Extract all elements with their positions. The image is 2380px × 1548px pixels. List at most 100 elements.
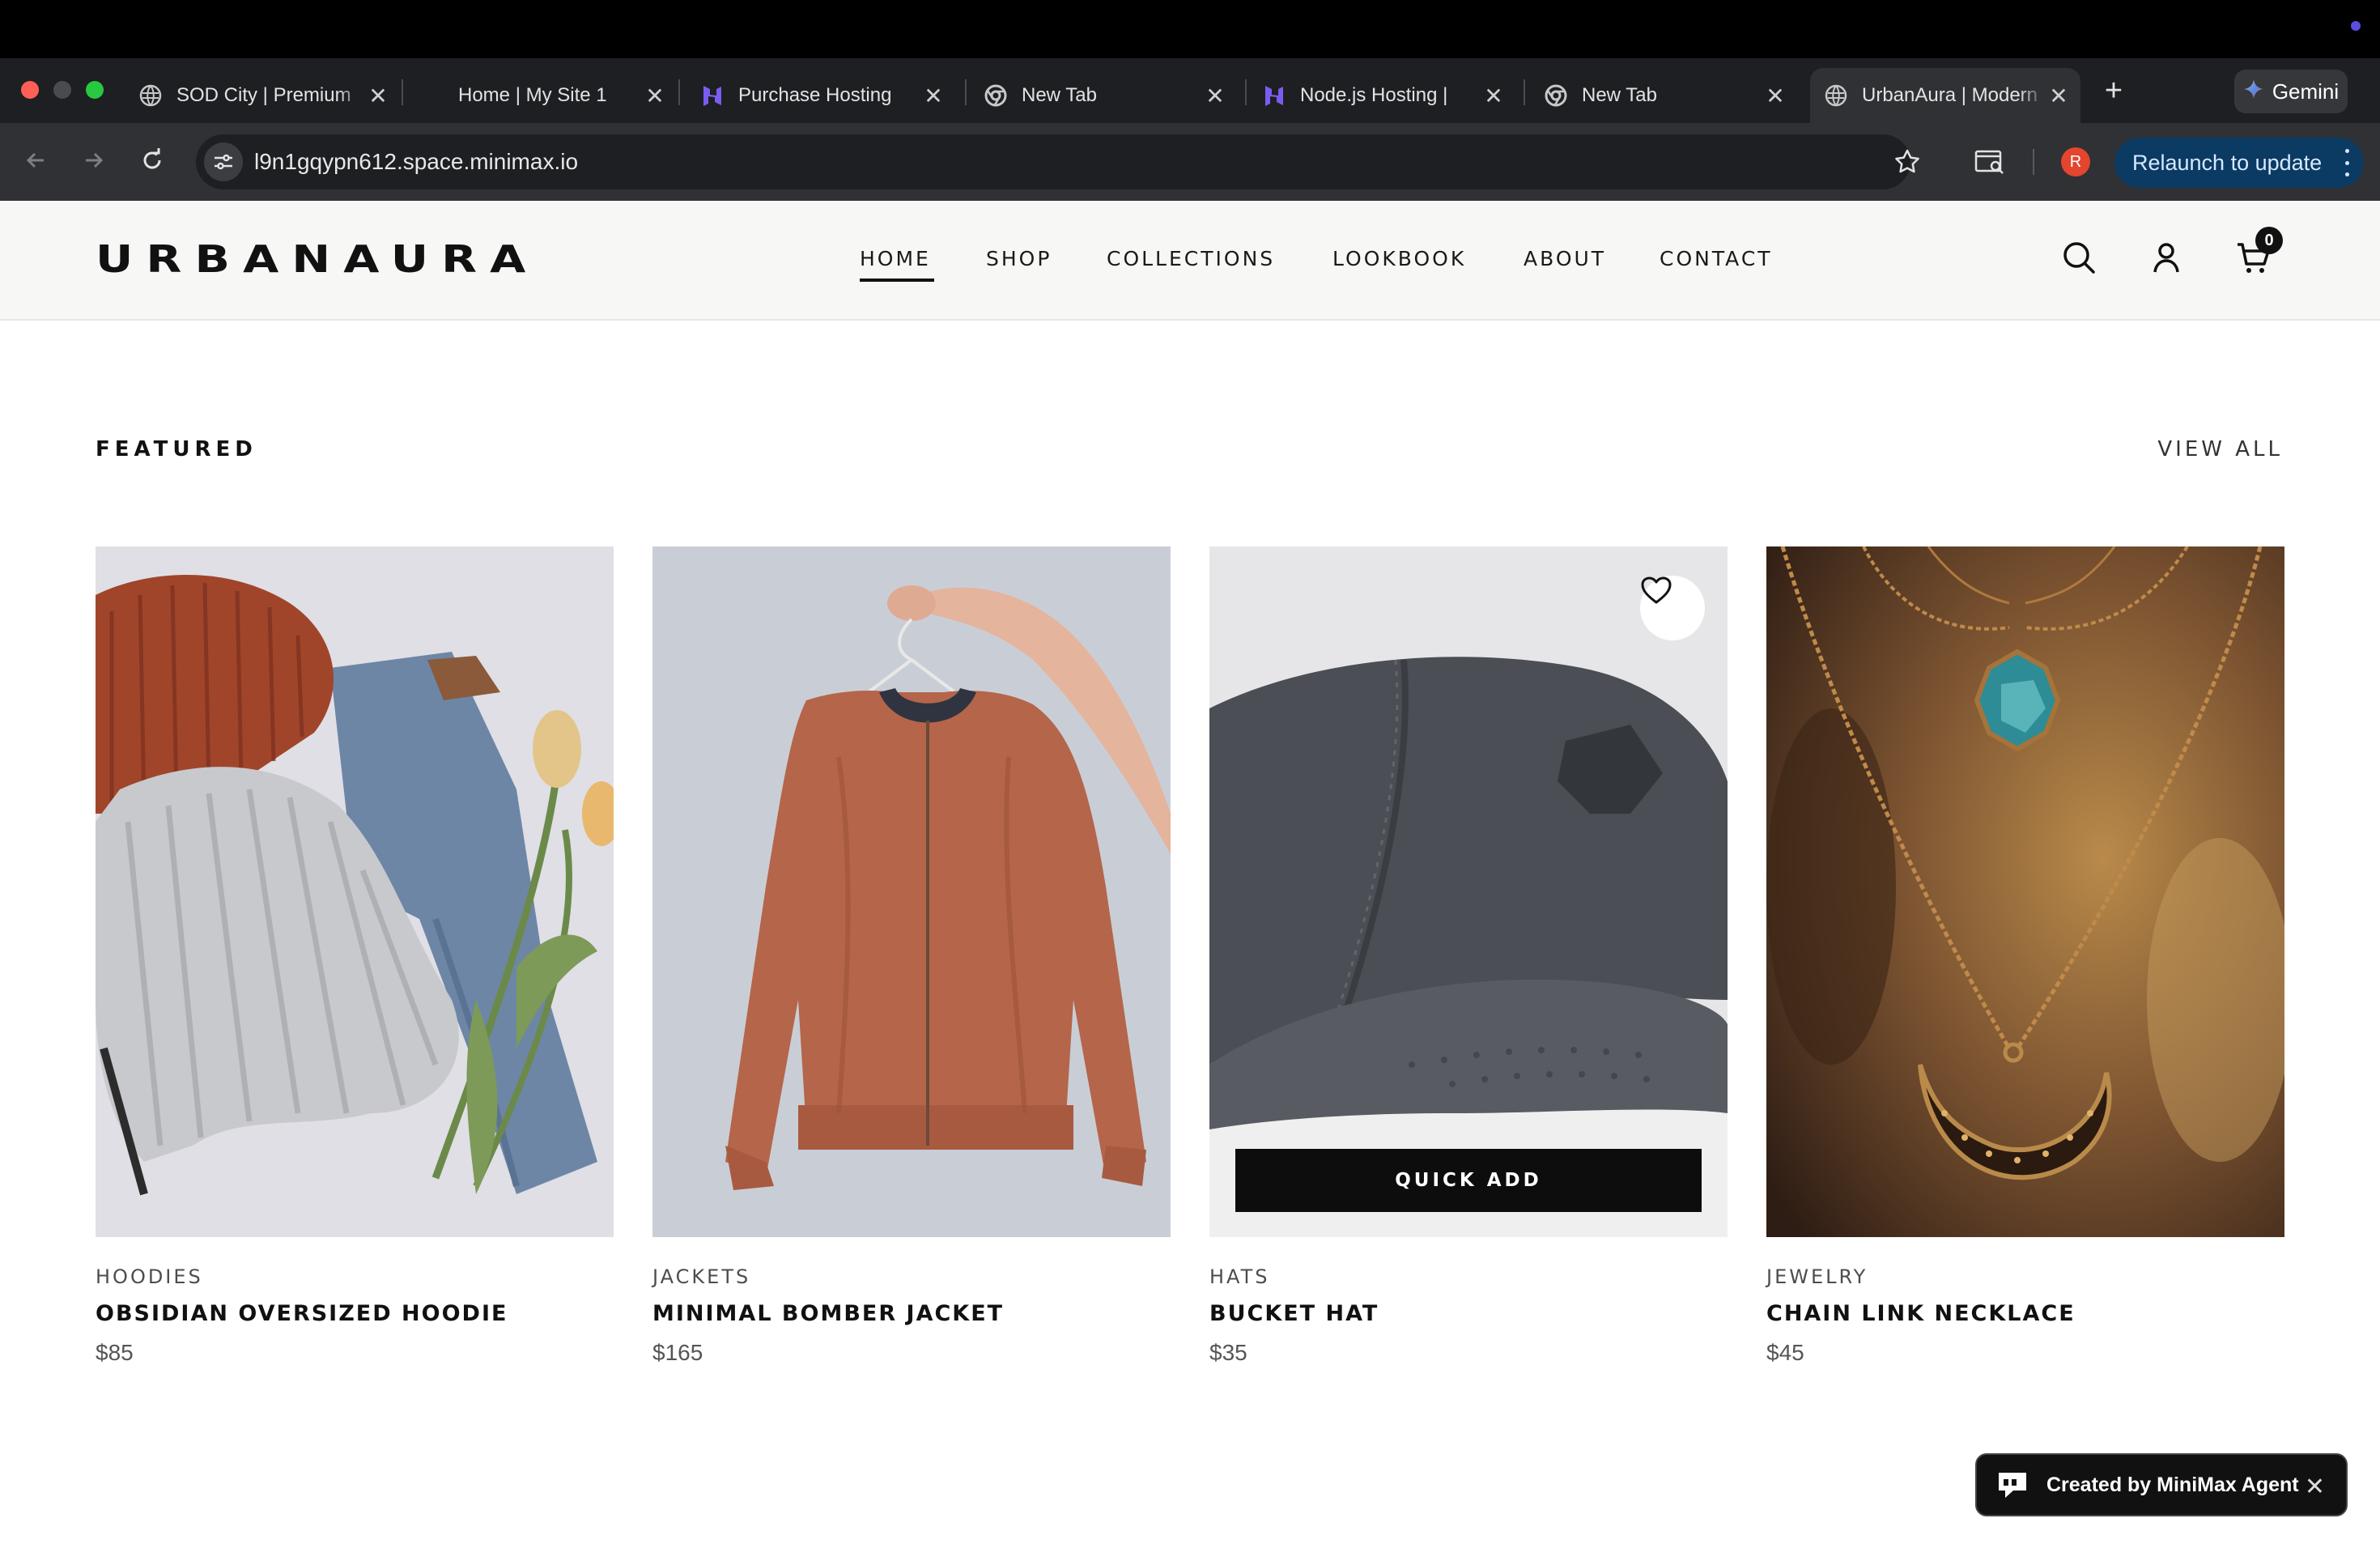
product-image-hoodie[interactable] [96, 546, 614, 1237]
forward-button[interactable] [76, 142, 112, 178]
product-meta: HOODIES OBSIDIAN OVERSIZED HOODIE $85 [96, 1265, 614, 1379]
site-info-button[interactable] [204, 142, 243, 181]
browser-tab[interactable]: New Tab ✕ [1545, 68, 1787, 123]
tab-title: Node.js Hosting | [1300, 84, 1448, 106]
product-category: HOODIES [96, 1265, 203, 1288]
site-logo[interactable]: URBANAURA [96, 240, 538, 279]
tab-title: New Tab [1582, 84, 1657, 106]
forward-arrow-icon [86, 152, 104, 168]
tab-close-icon[interactable]: ✕ [2046, 83, 2071, 109]
product-name[interactable]: BUCKET HAT [1209, 1301, 1379, 1326]
browser-tab[interactable]: New Tab ✕ [984, 68, 1227, 123]
browser-tab[interactable]: SOD City | Premium ✕ [134, 68, 390, 123]
wishlist-button[interactable] [1640, 576, 1705, 640]
product-image-jacket[interactable] [652, 546, 1171, 1237]
gemini-button[interactable]: Gemini [2234, 70, 2348, 113]
tab-title: UrbanAura | Modern [1862, 84, 2038, 106]
product-meta: JEWELRY CHAIN LINK NECKLACE $45 [1766, 1265, 2284, 1379]
relaunch-label: Relaunch to update [2132, 150, 2323, 175]
product-name[interactable]: MINIMAL BOMBER JACKET [652, 1301, 1004, 1326]
chrome-icon [984, 84, 1007, 107]
tab-divider [1524, 79, 1525, 105]
bookmark-star-icon[interactable] [1891, 146, 1923, 178]
more-menu-icon[interactable] [2344, 149, 2349, 176]
browser-tab[interactable]: Node.js Hosting | ✕ [1263, 68, 1506, 123]
window-minimize-button[interactable] [53, 81, 71, 99]
macos-menu-bar [0, 0, 2380, 58]
close-icon[interactable]: ✕ [2305, 1473, 2325, 1501]
product-card[interactable]: JEWELRY CHAIN LINK NECKLACE $45 [1766, 546, 2284, 1365]
tab-title: New Tab [1022, 84, 1097, 106]
browser-tab-active[interactable]: UrbanAura | Modern ✕ [1810, 68, 2080, 123]
back-button[interactable] [18, 142, 53, 178]
window-close-button[interactable] [21, 81, 39, 99]
tab-divider [402, 79, 403, 105]
tab-close-icon[interactable]: ✕ [1481, 83, 1506, 109]
product-card[interactable]: JACKETS MINIMAL BOMBER JACKET $165 [652, 546, 1171, 1365]
product-price: $85 [96, 1340, 134, 1365]
product-name[interactable]: CHAIN LINK NECKLACE [1766, 1301, 2076, 1326]
featured-heading: FEATURED [96, 437, 257, 461]
new-tab-button[interactable]: + [2100, 73, 2127, 108]
product-name[interactable]: OBSIDIAN OVERSIZED HOODIE [96, 1301, 508, 1326]
minimax-badge[interactable]: Created by MiniMax Agent ✕ [1975, 1453, 2348, 1516]
product-meta: JACKETS MINIMAL BOMBER JACKET $165 [652, 1265, 1171, 1379]
tab-title: Purchase Hosting [738, 84, 892, 106]
tab-close-icon[interactable]: ✕ [1203, 83, 1227, 109]
status-dot-icon [2351, 21, 2361, 31]
tab-search-icon[interactable] [1972, 146, 2008, 178]
nav-about[interactable]: ABOUT [1524, 245, 1606, 274]
product-price: $45 [1766, 1340, 1804, 1365]
tune-icon [215, 154, 232, 170]
chrome-icon [1545, 84, 1567, 107]
blank-favicon [421, 84, 444, 107]
tab-divider [965, 79, 967, 105]
minimax-badge-label: Created by MiniMax Agent [2046, 1473, 2299, 1496]
tab-divider [678, 79, 680, 105]
heart-icon [1641, 576, 1672, 604]
globe-icon [1825, 84, 1847, 107]
nav-active-indicator [860, 279, 934, 282]
product-category: JACKETS [652, 1265, 751, 1288]
tab-divider [1245, 79, 1247, 105]
nav-shop[interactable]: SHOP [986, 245, 1052, 274]
hostinger-icon [701, 84, 724, 107]
url-text[interactable]: l9n1gqypn612.space.minimax.io [254, 147, 578, 176]
hostinger-icon [1263, 84, 1286, 107]
nav-home[interactable]: HOME [860, 245, 931, 274]
cart-count-badge: 0 [2255, 227, 2283, 254]
minimax-logo-icon [1995, 1469, 2030, 1501]
product-category: JEWELRY [1766, 1265, 1868, 1288]
product-card[interactable]: QUICK ADD HATS BUCKET HAT $35 [1209, 546, 1728, 1365]
search-icon[interactable] [2059, 238, 2098, 277]
product-image-necklace[interactable] [1766, 546, 2284, 1237]
product-category: HATS [1209, 1265, 1270, 1288]
view-all-link[interactable]: VIEW ALL [2157, 436, 2283, 463]
account-icon[interactable] [2147, 238, 2186, 277]
tab-close-icon[interactable]: ✕ [1763, 83, 1787, 109]
tab-close-icon[interactable]: ✕ [921, 83, 946, 109]
profile-avatar[interactable]: R [2061, 147, 2090, 176]
back-arrow-icon [26, 152, 44, 168]
gemini-sparkle-icon [2243, 79, 2264, 105]
product-meta: HATS BUCKET HAT $35 [1209, 1265, 1728, 1379]
nav-contact[interactable]: CONTACT [1660, 245, 1773, 274]
tab-title: SOD City | Premium [176, 84, 351, 106]
product-price: $35 [1209, 1340, 1247, 1365]
product-price: $165 [652, 1340, 703, 1365]
tab-close-icon[interactable]: ✕ [366, 83, 390, 109]
product-card[interactable]: HOODIES OBSIDIAN OVERSIZED HOODIE $85 [96, 546, 614, 1365]
quick-add-button[interactable]: QUICK ADD [1235, 1149, 1702, 1212]
nav-collections[interactable]: COLLECTIONS [1107, 245, 1275, 274]
tab-close-icon[interactable]: ✕ [643, 83, 667, 109]
relaunch-button[interactable]: Relaunch to update [2114, 138, 2364, 188]
gemini-label: Gemini [2272, 79, 2340, 104]
nav-lookbook[interactable]: LOOKBOOK [1332, 245, 1466, 274]
reload-button[interactable] [134, 142, 170, 178]
product-image-hat[interactable]: QUICK ADD [1209, 546, 1728, 1237]
window-zoom-button[interactable] [86, 81, 104, 99]
tab-title: Home | My Site 1 [458, 84, 607, 106]
browser-tab[interactable]: Purchase Hosting ✕ [701, 68, 946, 123]
browser-tab[interactable]: Home | My Site 1 ✕ [421, 68, 667, 123]
globe-icon [139, 84, 162, 107]
